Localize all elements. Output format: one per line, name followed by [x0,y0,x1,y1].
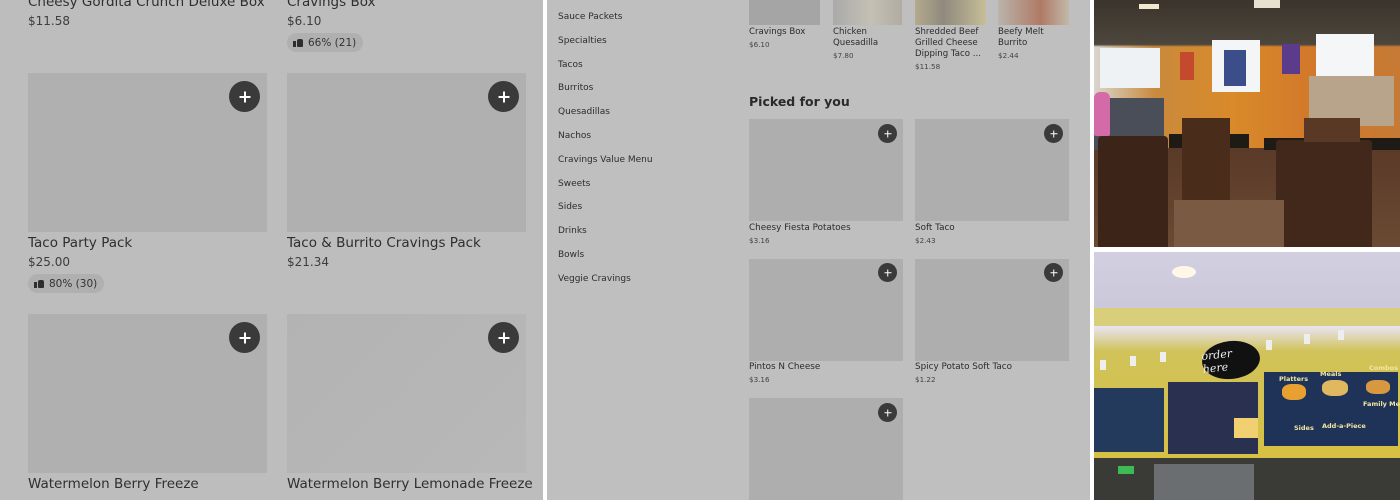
menu-board-label: Family Meal [1363,400,1400,408]
food-picture [1234,418,1258,438]
menu-board-label: Sides [1294,424,1314,432]
thumbs-up-icon [293,38,303,47]
food-picture [1366,380,1390,394]
category-nav: Sauce Packets Specialties Tacos Burritos… [558,10,653,296]
item-price: $2.43 [915,236,936,245]
track-light [1160,352,1166,362]
rating-badge: 66% (21) [287,33,364,52]
add-to-cart-button[interactable] [878,124,897,143]
rating-text: 80% (30) [49,277,98,290]
category-link[interactable]: Drinks [558,224,653,248]
add-to-cart-button[interactable] [878,263,897,282]
item-name[interactable]: Watermelon Berry Freeze [28,476,199,492]
wall-poster [1282,44,1300,74]
add-to-cart-button[interactable] [1044,263,1063,282]
kitchen-equipment [1154,464,1254,500]
thumbs-up-icon [34,279,44,288]
category-link[interactable]: Bowls [558,248,653,272]
item-price: $3.16 [749,236,770,245]
track-light [1100,360,1106,370]
item-name[interactable]: Cravings Box [287,0,376,10]
track-light [1304,334,1310,344]
item-name[interactable]: Watermelon Berry Lemonade Freeze [287,476,533,492]
wall-poster [1224,50,1246,86]
track-light [1338,330,1344,340]
item-name[interactable]: Chicken Quesadilla [833,27,905,49]
item-image[interactable] [915,0,986,25]
item-price: $2.44 [998,51,1019,60]
item-image[interactable] [998,0,1069,25]
soffit [1094,308,1400,326]
item-price: $11.58 [915,62,941,71]
add-to-cart-button[interactable] [488,322,519,353]
add-to-cart-button[interactable] [878,403,897,422]
item-name[interactable]: Taco & Burrito Cravings Pack [287,235,481,251]
chair [1182,118,1230,208]
food-picture [1322,380,1348,396]
menu-board [1094,388,1164,452]
item-price: $11.58 [28,14,70,28]
add-to-cart-button[interactable] [229,81,260,112]
chair [1304,118,1360,142]
ceiling-vent [1254,0,1280,8]
category-link[interactable]: Sauce Packets [558,10,653,34]
item-price: $25.00 [28,255,70,269]
chair [1276,140,1372,247]
item-price: $21.34 [287,255,329,269]
category-link[interactable]: Nachos [558,129,653,153]
item-name[interactable]: Shredded Beef Grilled Cheese Dipping Tac… [915,27,987,60]
category-link[interactable]: Specialties [558,34,653,58]
item-image[interactable] [749,0,820,25]
item-name[interactable]: Spicy Potato Soft Taco [915,362,1012,372]
item-price: $6.10 [749,40,770,49]
window [1100,48,1160,88]
rating-text: 66% (21) [308,36,357,49]
item-name[interactable]: Beefy Melt Burrito [998,27,1070,49]
store-menu-panel: Sauce Packets Specialties Tacos Burritos… [547,0,1090,500]
category-link[interactable]: Quesadillas [558,105,653,129]
category-link[interactable]: Veggie Cravings [558,272,653,296]
track-light [1266,340,1272,350]
floor [1174,200,1284,247]
menu-items-panel: Cheesy Gordita Crunch Deluxe Box $11.58 … [0,0,543,500]
item-image[interactable] [833,0,902,25]
category-link[interactable]: Sides [558,200,653,224]
menu-board-label: Meals [1320,370,1342,378]
category-link[interactable]: Sweets [558,177,653,201]
add-to-cart-button[interactable] [1044,124,1063,143]
window [1316,34,1374,78]
item-name[interactable]: Pintos N Cheese [749,362,820,372]
menu-board-label: Combos [1369,364,1398,372]
section-title: Picked for you [749,94,850,109]
add-to-cart-button[interactable] [229,322,260,353]
item-name[interactable]: Cravings Box [749,27,821,38]
item-name[interactable]: Taco Party Pack [28,235,132,251]
category-link[interactable]: Cravings Value Menu [558,153,653,177]
item-name[interactable]: Soft Taco [915,223,955,233]
wall-poster [1180,52,1194,80]
track-light [1130,356,1136,366]
exit-sign [1118,466,1134,474]
rating-badge: 80% (30) [28,274,105,293]
add-to-cart-button[interactable] [488,81,519,112]
item-price: $3.16 [749,375,770,384]
menu-board-label: Add-a-Piece [1322,422,1366,430]
chair [1098,136,1168,247]
item-name[interactable]: Cheesy Gordita Crunch Deluxe Box [28,0,265,10]
category-link[interactable]: Burritos [558,81,653,105]
food-picture [1282,384,1306,400]
dining-room-photo [1094,0,1400,247]
item-price: $1.22 [915,375,936,384]
item-price: $6.10 [287,14,322,28]
ceiling-light [1172,266,1196,278]
item-price: $7.80 [833,51,854,60]
person [1094,92,1110,136]
category-link[interactable]: Tacos [558,58,653,82]
order-counter-photo: Platters Meals Combos Family Meal Sides … [1094,252,1400,500]
menu-board-label: Platters [1279,375,1309,383]
ceiling-light [1139,4,1159,9]
item-name[interactable]: Cheesy Fiesta Potatoes [749,223,851,233]
